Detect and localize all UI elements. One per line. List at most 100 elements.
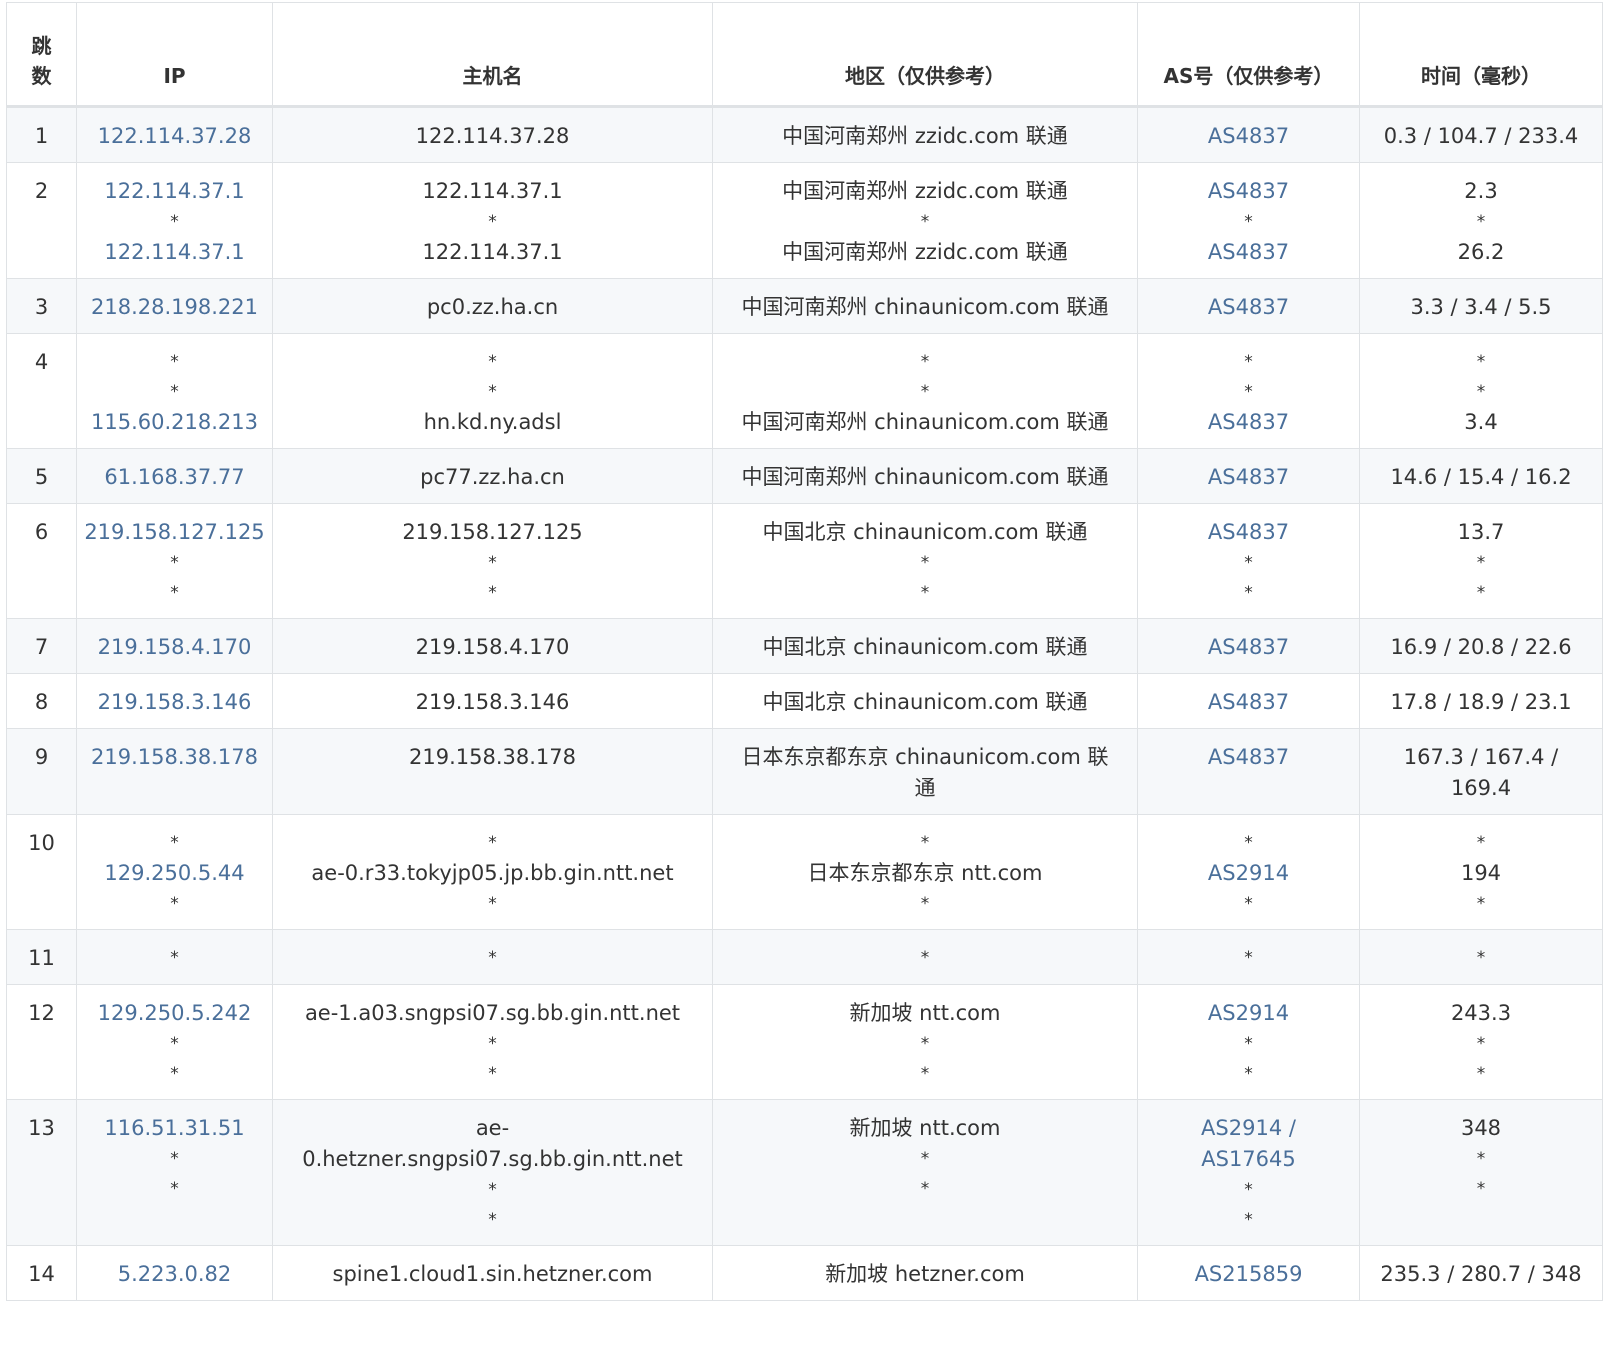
table-row: 13 116.51.31.51 * * ae- 0.hetzner.sngpsi07.sg… xyxy=(6,1099,1603,1246)
ip-link[interactable]: 116.51.31.51 xyxy=(83,1113,266,1144)
cell-region: 中国河南郑州 chinaunicom.com 联通 xyxy=(712,278,1138,334)
header-time: 时间（毫秒） xyxy=(1359,2,1603,108)
time-text: * xyxy=(1476,212,1486,232)
cell-hop: 6 xyxy=(6,503,77,619)
cell-as: AS215859 xyxy=(1137,1245,1360,1301)
cell-host: 219.158.3.146 xyxy=(272,673,713,729)
cell-region: 新加坡 ntt.com * * xyxy=(712,1099,1138,1246)
hop-number: 13 xyxy=(28,1116,55,1140)
ip-link[interactable]: 219.158.4.170 xyxy=(83,632,266,663)
as-link[interactable]: AS4837 xyxy=(1144,517,1353,548)
time-text: * xyxy=(1476,948,1486,968)
as-link[interactable]: AS4837 xyxy=(1144,407,1353,438)
cell-time: 13.7 * * xyxy=(1359,503,1603,619)
ip-link[interactable]: 5.223.0.82 xyxy=(83,1259,266,1290)
as-link[interactable]: AS4837 xyxy=(1144,687,1353,718)
ip-text: * xyxy=(170,948,179,968)
ip-link[interactable]: 219.158.127.125 xyxy=(83,517,266,548)
table-row: 11 * * * * * xyxy=(6,929,1603,985)
ip-text: * xyxy=(170,1179,179,1199)
as-link[interactable]: AS17645 xyxy=(1144,1144,1353,1175)
as-link[interactable]: AS4837 xyxy=(1144,176,1353,207)
cell-ip: * 129.250.5.44 * xyxy=(76,814,273,930)
as-link[interactable]: AS2914 xyxy=(1144,858,1353,889)
hop-number: 1 xyxy=(34,124,49,148)
region-text: 通 xyxy=(914,776,936,800)
ip-link[interactable]: 122.114.37.1 xyxy=(83,237,266,268)
region-text: * xyxy=(920,212,930,232)
host-text: spine1.cloud1.sin.hetzner.com xyxy=(332,1262,653,1286)
cell-as: AS4837 xyxy=(1137,618,1360,674)
traceroute-table: 跳数 IP 主机名 地区（仅供参考） AS号（仅供参考） 时间（毫秒） 1 122… xyxy=(6,2,1603,1301)
as-text: * xyxy=(1244,948,1253,968)
cell-as: AS4837 * AS4837 xyxy=(1137,162,1360,279)
region-text: 中国北京 chinaunicom.com 联通 xyxy=(762,690,1088,714)
as-text: * xyxy=(1244,553,1253,573)
table-row: 2 122.114.37.1 * 122.114.37.1 122.114.37.1 * 1… xyxy=(6,162,1603,279)
host-text: pc0.zz.ha.cn xyxy=(426,295,559,319)
cell-region: 中国北京 chinaunicom.com 联通 xyxy=(712,618,1138,674)
as-text: * xyxy=(1244,382,1253,402)
cell-as: * AS2914 * xyxy=(1137,814,1360,930)
ip-link[interactable]: 122.114.37.28 xyxy=(83,121,266,152)
cell-ip: 219.158.127.125 * * xyxy=(76,503,273,619)
as-link[interactable]: AS4837 xyxy=(1144,237,1353,268)
cell-hop: 5 xyxy=(6,448,77,504)
time-text: * xyxy=(1476,1064,1486,1084)
table-row: 5 61.168.37.77 pc77.zz.ha.cn 中国河南郑州 chinaun… xyxy=(6,448,1603,504)
as-link[interactable]: AS215859 xyxy=(1144,1259,1353,1290)
time-text: 14.6 / 15.4 / 16.2 xyxy=(1390,465,1572,489)
table-row: 3 218.28.198.221 pc0.zz.ha.cn 中国河南郑州 chinau… xyxy=(6,278,1603,334)
as-link[interactable]: AS4837 xyxy=(1144,292,1353,323)
host-text: 219.158.38.178 xyxy=(409,745,576,769)
cell-ip: 219.158.3.146 xyxy=(76,673,273,729)
as-text: * xyxy=(1244,1034,1253,1054)
cell-region: 中国河南郑州 zzidc.com 联通 xyxy=(712,106,1138,163)
hop-number: 12 xyxy=(28,1001,55,1025)
as-link[interactable]: AS4837 xyxy=(1144,632,1353,663)
as-link[interactable]: AS2914 / xyxy=(1144,1113,1353,1144)
cell-ip: 219.158.38.178 xyxy=(76,728,273,815)
host-text: pc77.zz.ha.cn xyxy=(420,465,565,489)
traceroute-table-container: 跳数 IP 主机名 地区（仅供参考） AS号（仅供参考） 时间（毫秒） 1 122… xyxy=(6,2,1603,1301)
cell-hop: 9 xyxy=(6,728,77,815)
cell-hop: 2 xyxy=(6,162,77,279)
ip-link[interactable]: 129.250.5.44 xyxy=(83,858,266,889)
ip-link[interactable]: 218.28.198.221 xyxy=(83,292,266,323)
region-text: 中国河南郑州 zzidc.com 联通 xyxy=(782,124,1068,148)
ip-link[interactable]: 219.158.3.146 xyxy=(83,687,266,718)
ip-link[interactable]: 129.250.5.242 xyxy=(83,998,266,1029)
ip-link[interactable]: 61.168.37.77 xyxy=(83,462,266,493)
as-link[interactable]: AS4837 xyxy=(1144,742,1353,773)
table-row: 1 122.114.37.28 122.114.37.28 中国河南郑州 zzidc.… xyxy=(6,106,1603,163)
host-text: 122.114.37.1 xyxy=(422,179,563,203)
time-text: * xyxy=(1476,553,1486,573)
table-row: 8 219.158.3.146 219.158.3.146 中国北京 chinauni… xyxy=(6,673,1603,729)
region-text: * xyxy=(920,894,930,914)
region-text: * xyxy=(920,382,930,402)
ip-link[interactable]: 219.158.38.178 xyxy=(83,742,266,773)
host-text: * xyxy=(488,583,497,603)
time-text: * xyxy=(1476,1179,1486,1199)
cell-host: * xyxy=(272,929,713,985)
region-text: 中国河南郑州 zzidc.com 联通 xyxy=(782,240,1068,264)
table-row: 12 129.250.5.242 * * ae-1.a03.sngpsi07.sg.bb… xyxy=(6,984,1603,1100)
cell-host: 122.114.37.28 xyxy=(272,106,713,163)
time-text: 3.3 / 3.4 / 5.5 xyxy=(1410,295,1552,319)
hop-number: 10 xyxy=(28,831,55,855)
cell-as: AS4837 xyxy=(1137,278,1360,334)
cell-time: 235.3 / 280.7 / 348 xyxy=(1359,1245,1603,1301)
cell-as: AS4837 xyxy=(1137,106,1360,163)
cell-ip: * xyxy=(76,929,273,985)
ip-link[interactable]: 115.60.218.213 xyxy=(83,407,266,438)
cell-host: 219.158.4.170 xyxy=(272,618,713,674)
ip-link[interactable]: 122.114.37.1 xyxy=(83,176,266,207)
cell-host: 219.158.127.125 * * xyxy=(272,503,713,619)
as-link[interactable]: AS4837 xyxy=(1144,462,1353,493)
as-link[interactable]: AS4837 xyxy=(1144,121,1353,152)
as-text: * xyxy=(1244,833,1253,853)
cell-as: AS4837 xyxy=(1137,673,1360,729)
hop-number: 3 xyxy=(34,295,49,319)
as-link[interactable]: AS2914 xyxy=(1144,998,1353,1029)
time-text: 26.2 xyxy=(1457,240,1505,264)
